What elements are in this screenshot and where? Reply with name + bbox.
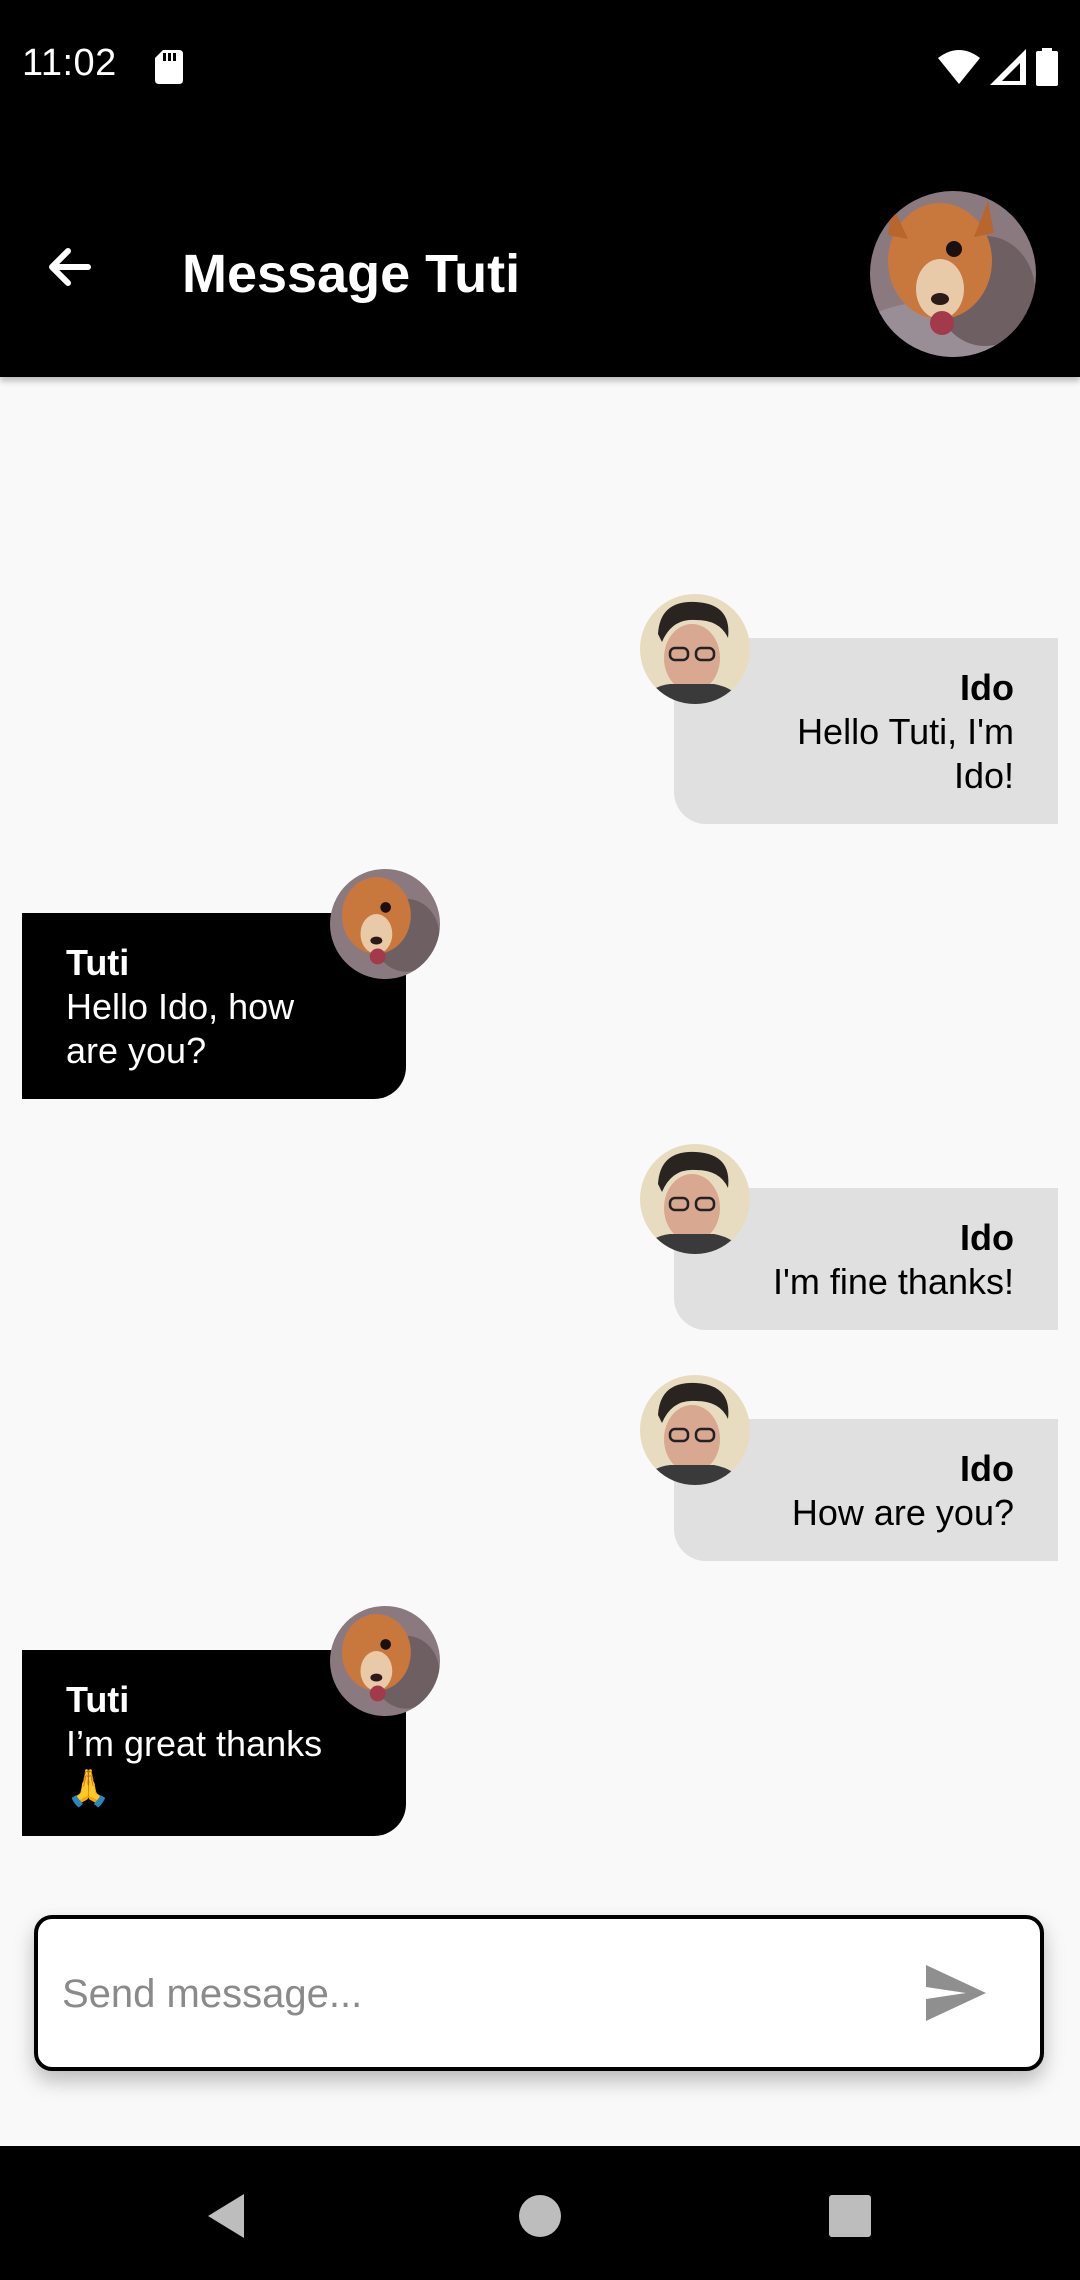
message-text: I'm fine thanks! (773, 1261, 1014, 1302)
tuti-avatar[interactable] (330, 869, 440, 979)
nav-back-icon[interactable] (196, 2186, 256, 2246)
person-photo (640, 1375, 750, 1485)
arrow-left-icon[interactable] (42, 239, 98, 295)
message-sender: Tuti (66, 942, 130, 983)
dog-photo (330, 869, 440, 979)
sd-card-icon (155, 50, 183, 84)
message-input[interactable] (60, 1953, 884, 2035)
message-text: How are you? (791, 1492, 1014, 1533)
message-sender: Ido (960, 667, 1014, 708)
message-sender: Tuti (66, 1679, 130, 1720)
nav-recents-icon[interactable] (820, 2186, 880, 2246)
ido-avatar[interactable] (640, 1375, 750, 1485)
app-bar: Message Tuti (0, 135, 1080, 377)
ido-avatar[interactable] (640, 594, 750, 704)
send-icon[interactable] (924, 1963, 988, 2023)
cell-signal-icon (990, 49, 1026, 85)
wifi-icon (938, 50, 980, 84)
message-text: I’m great thanks 🙏 (66, 1723, 323, 1808)
ido-avatar[interactable] (640, 1144, 750, 1254)
contact-avatar[interactable] (870, 191, 1036, 357)
message-composer (34, 1915, 1044, 2071)
message-text: Hello Ido, how are you? (66, 986, 295, 1071)
person-photo (640, 1144, 750, 1254)
status-time: 11:02 (22, 42, 117, 84)
message-sender: Ido (960, 1217, 1014, 1258)
status-bar: 11:02 (0, 0, 1080, 135)
battery-icon (1036, 48, 1058, 86)
page-title: Message Tuti (182, 244, 521, 304)
system-nav-bar (0, 2146, 1080, 2280)
message-text: Hello Tuti, I'm Ido! (797, 711, 1014, 796)
person-photo (640, 594, 750, 704)
message-sender: Ido (960, 1448, 1014, 1489)
nav-home-icon[interactable] (510, 2186, 570, 2246)
dog-photo (870, 191, 1036, 357)
dog-photo (330, 1606, 440, 1716)
tuti-avatar[interactable] (330, 1606, 440, 1716)
